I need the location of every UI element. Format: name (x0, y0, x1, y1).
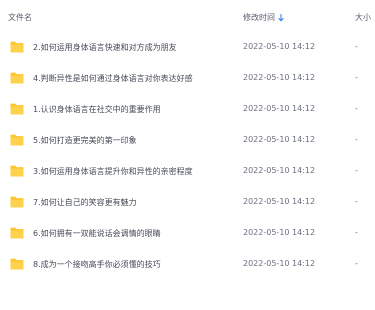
column-header-modified[interactable]: 修改时间 (243, 12, 284, 23)
file-modified-date: 2022-05-10 14:12 (243, 166, 316, 175)
column-header-name[interactable]: 文件名 (8, 12, 32, 23)
file-row[interactable]: 1.认识身体语言在社交中的重要作用 2022-05-10 14:12 - (0, 93, 375, 124)
file-rows: 2.如何运用身体语言快速和对方成为朋友 2022-05-10 14:12 - 4… (0, 31, 375, 279)
file-modified-date: 2022-05-10 14:12 (243, 42, 316, 51)
file-row[interactable]: 2.如何运用身体语言快速和对方成为朋友 2022-05-10 14:12 - (0, 31, 375, 62)
file-size: - (355, 228, 358, 237)
file-name: 6.如何拥有一双能说话会调情的眼睛 (33, 229, 161, 238)
file-modified-date: 2022-05-10 14:12 (243, 197, 316, 206)
file-row[interactable]: 7.如何让自己的笑容更有魅力 2022-05-10 14:12 - (0, 186, 375, 217)
file-size: - (355, 73, 358, 82)
file-row[interactable]: 4.判断异性是如何通过身体语言对你表达好感 2022-05-10 14:12 - (0, 62, 375, 93)
file-name: 2.如何运用身体语言快速和对方成为朋友 (33, 43, 177, 52)
column-header-modified-label: 修改时间 (243, 13, 275, 22)
file-modified-date: 2022-05-10 14:12 (243, 73, 316, 82)
file-size: - (355, 166, 358, 175)
file-row[interactable]: 3.如何运用身体语言提升你和异性的亲密程度 2022-05-10 14:12 - (0, 155, 375, 186)
list-header: 文件名 修改时间 大小 (0, 0, 375, 30)
folder-icon (10, 196, 24, 208)
folder-icon (10, 165, 24, 177)
file-modified-date: 2022-05-10 14:12 (243, 135, 316, 144)
file-modified-date: 2022-05-10 14:12 (243, 104, 316, 113)
file-name: 5.如何打造更完美的第一印象 (33, 136, 137, 145)
folder-icon (10, 134, 24, 146)
file-size: - (355, 42, 358, 51)
folder-icon (10, 72, 24, 84)
file-modified-date: 2022-05-10 14:12 (243, 259, 316, 268)
file-name: 4.判断异性是如何通过身体语言对你表达好感 (33, 74, 193, 83)
file-name: 7.如何让自己的笑容更有魅力 (33, 198, 137, 207)
file-size: - (355, 259, 358, 268)
column-header-size[interactable]: 大小 (355, 12, 371, 23)
folder-icon (10, 227, 24, 239)
file-row[interactable]: 5.如何打造更完美的第一印象 2022-05-10 14:12 - (0, 124, 375, 155)
file-size: - (355, 197, 358, 206)
sort-descending-arrow-icon[interactable] (278, 13, 284, 22)
file-list: 文件名 修改时间 大小 2.如何运用身体语言快速和对方成为朋友 2022-05-… (0, 0, 375, 310)
file-name: 1.认识身体语言在社交中的重要作用 (33, 105, 161, 114)
file-name: 3.如何运用身体语言提升你和异性的亲密程度 (33, 167, 193, 176)
folder-icon (10, 103, 24, 115)
folder-icon (10, 41, 24, 53)
file-name: 8.成为一个接吻高手你必须懂的技巧 (33, 260, 161, 269)
file-row[interactable]: 8.成为一个接吻高手你必须懂的技巧 2022-05-10 14:12 - (0, 248, 375, 279)
file-modified-date: 2022-05-10 14:12 (243, 228, 316, 237)
file-row[interactable]: 6.如何拥有一双能说话会调情的眼睛 2022-05-10 14:12 - (0, 217, 375, 248)
file-size: - (355, 104, 358, 113)
folder-icon (10, 258, 24, 270)
file-size: - (355, 135, 358, 144)
